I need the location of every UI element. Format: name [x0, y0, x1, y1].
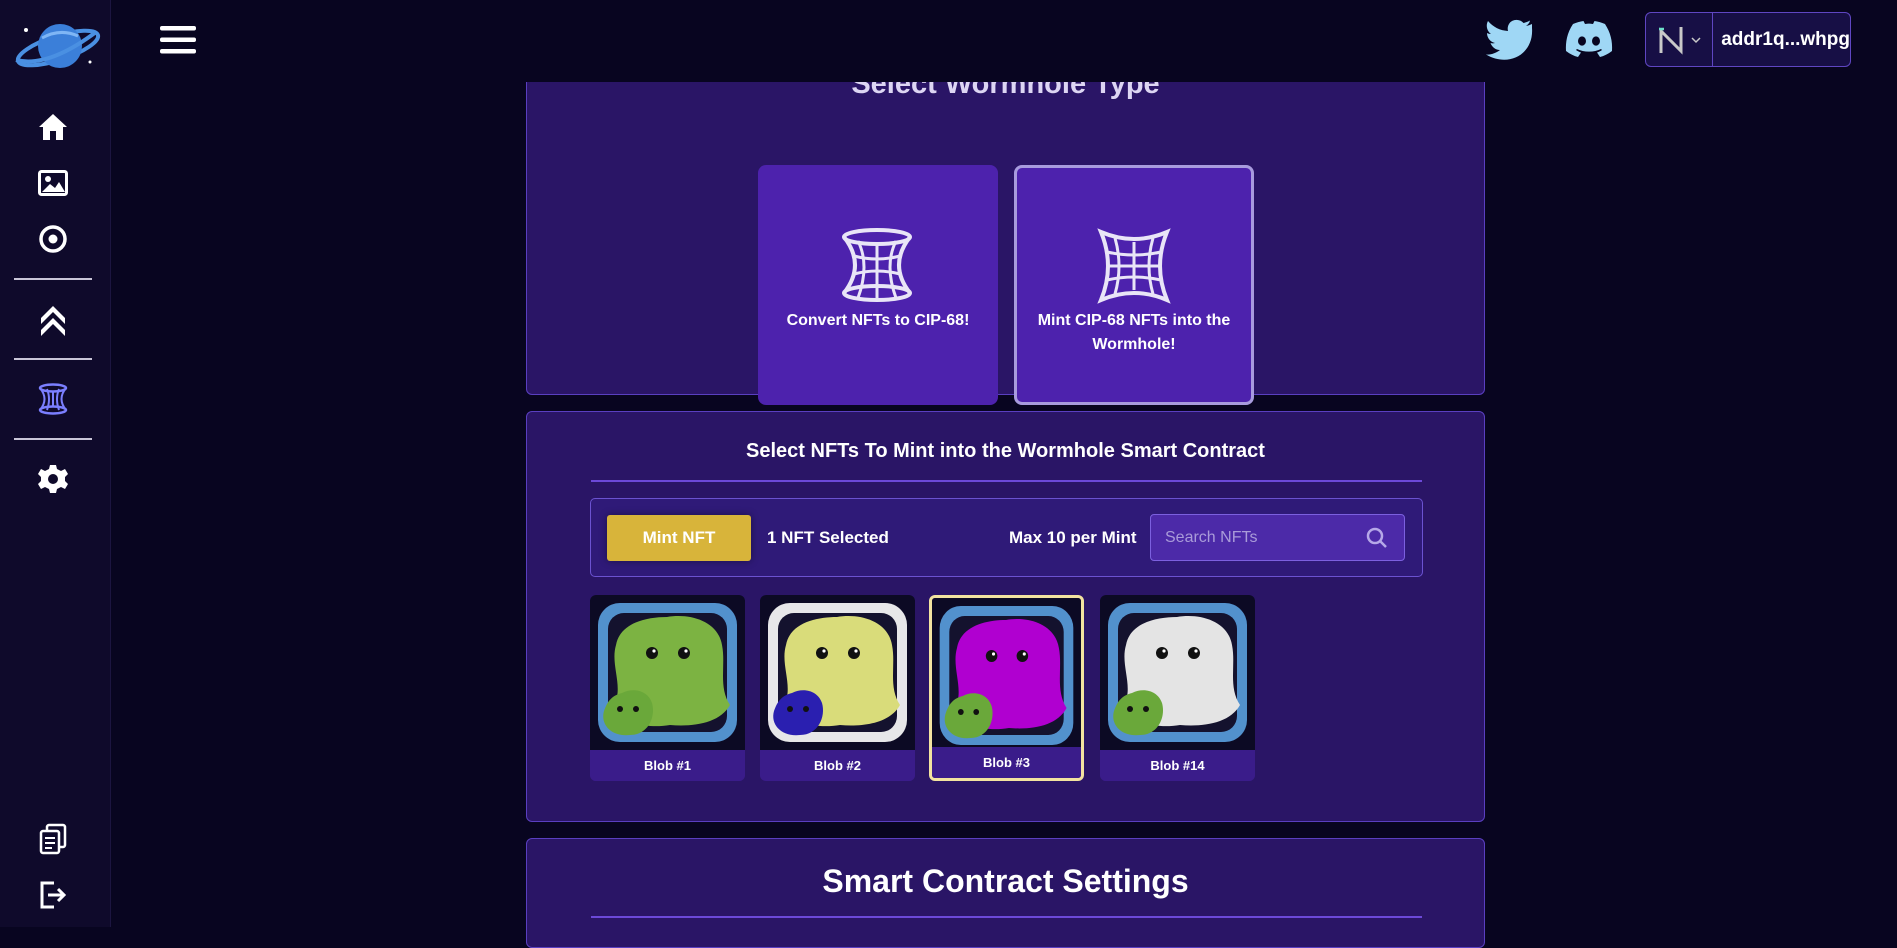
wormhole-grid-icon: [1097, 228, 1171, 309]
discord-icon[interactable]: [1564, 18, 1614, 62]
chevron-up-icon[interactable]: [35, 301, 71, 337]
selected-count: 1 NFT Selected: [767, 528, 889, 547]
sidebar-divider: [14, 358, 92, 360]
sidebar-divider: [14, 278, 92, 280]
convert-nfts-card[interactable]: Convert NFTs to CIP-68!: [758, 165, 998, 405]
section-divider: [591, 916, 1422, 918]
planet-logo[interactable]: [8, 16, 102, 76]
nft-name: Blob #3: [932, 747, 1081, 778]
search-input[interactable]: [1163, 527, 1367, 548]
mint-nft-button[interactable]: Mint NFT: [607, 515, 751, 561]
search-icon[interactable]: [1366, 527, 1388, 549]
mint-cip68-label: Mint CIP-68 NFTs into the Wormhole!: [1037, 312, 1231, 353]
nft-card[interactable]: Blob #3: [929, 595, 1084, 781]
nft-card[interactable]: Blob #1: [590, 595, 745, 781]
logout-icon[interactable]: [35, 877, 71, 913]
wormhole-icon[interactable]: [35, 381, 71, 417]
wormhole-icon: [840, 228, 914, 307]
wallet-address: addr1q...whpg: [1721, 28, 1850, 50]
nft-image: [932, 598, 1081, 753]
chevron-down-icon: [1691, 36, 1701, 43]
mint-toolbar: Mint NFT 1 NFT Selected Max 10 per Mint: [590, 498, 1423, 577]
section-divider: [591, 480, 1422, 482]
documents-icon[interactable]: [35, 821, 71, 857]
section-title: Smart Contract Settings: [822, 863, 1189, 899]
section-title: Select NFTs To Mint into the Wormhole Sm…: [746, 440, 1265, 462]
image-icon[interactable]: [35, 165, 71, 201]
nft-image: [590, 595, 745, 750]
max-per-mint: Max 10 per Mint: [1009, 528, 1137, 547]
home-icon[interactable]: [35, 109, 71, 145]
hamburger-icon[interactable]: [158, 22, 198, 58]
settings-panel: Smart Contract Settings: [526, 838, 1485, 948]
sidebar: [0, 0, 111, 927]
nft-card[interactable]: Blob #2: [760, 595, 915, 781]
select-nfts-panel: Select NFTs To Mint into the Wormhole Sm…: [526, 411, 1485, 822]
sidebar-divider: [14, 438, 92, 440]
mint-cip68-card[interactable]: Mint CIP-68 NFTs into the Wormhole!: [1014, 165, 1254, 405]
nft-image: [760, 595, 915, 750]
nami-wallet-icon: [1646, 13, 1714, 66]
nft-name: Blob #14: [1100, 750, 1255, 781]
nft-card[interactable]: Blob #14: [1100, 595, 1255, 781]
search-box: [1150, 514, 1405, 561]
top-bar: addr1q...whpg: [111, 0, 1897, 82]
gear-icon[interactable]: [35, 461, 71, 497]
convert-nfts-label: Convert NFTs to CIP-68!: [786, 312, 970, 329]
wormhole-type-panel: Select Wormhole Type Convert NFTs to CIP…: [526, 50, 1485, 405]
wallet-button[interactable]: addr1q...whpg: [1645, 12, 1851, 67]
twitter-icon[interactable]: [1484, 18, 1534, 62]
nft-name: Blob #1: [590, 750, 745, 781]
target-icon[interactable]: [35, 221, 71, 257]
nft-name: Blob #2: [760, 750, 915, 781]
nft-image: [1100, 595, 1255, 750]
